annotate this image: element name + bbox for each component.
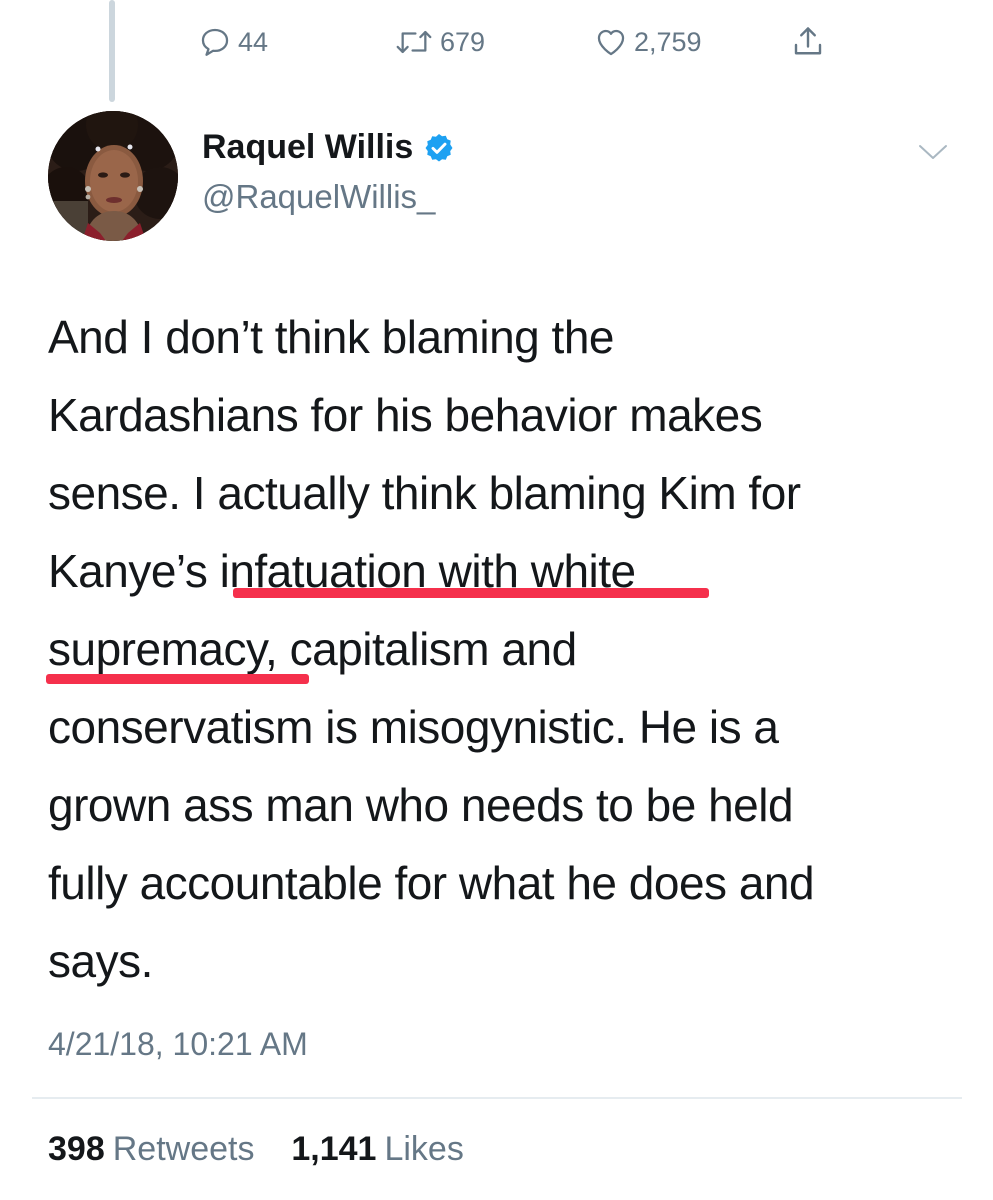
highlight-underline [46,674,309,684]
retweets-count: 398 [48,1130,105,1168]
likes-count: 1,141 [291,1130,377,1168]
chevron-down-icon [915,145,951,170]
tweet-text-line: And I don’t think blaming the [48,311,614,363]
thread-connector-line [109,0,115,102]
tweet-timestamp[interactable]: 4/21/18, 10:21 AM [48,1026,308,1063]
likes-stat[interactable]: 1,141 Likes [291,1130,463,1168]
tweet-text-line: Kanye’s infatuation with white [48,545,636,597]
retweet-count: 679 [440,26,486,57]
avatar-image [48,111,178,241]
tweet-text: And I don’t think blaming the Kardashian… [48,298,948,1000]
tweet-stats: 398 Retweets 1,141 Likes [48,1130,464,1169]
retweets-stat[interactable]: 398 Retweets [48,1130,264,1168]
likes-label: Likes [384,1130,464,1168]
tweet-text-line: says. [48,935,153,987]
reply-icon [198,25,232,59]
like-button[interactable]: 2,759 [594,22,702,62]
tweet-text-line: conservatism is misogynistic. He is a [48,701,779,753]
tweet-text-line: fully accountable for what he does and [48,857,815,909]
tweet-text-line: grown ass man who needs to be held [48,779,794,831]
verified-badge-icon [423,132,455,164]
retweet-icon [394,25,434,59]
retweets-label: Retweets [112,1130,255,1168]
reply-count: 44 [238,26,269,57]
author-name-text: Raquel Willis [202,128,414,166]
retweet-button[interactable]: 679 [394,22,485,62]
like-count: 2,759 [634,26,702,57]
tweet-text-line: sense. I actually think blaming Kim for [48,467,801,519]
share-icon [790,24,826,60]
author-handle[interactable]: @RaquelWillis_ [202,178,435,216]
heart-icon [594,25,628,59]
tweet-menu-button[interactable] [915,138,951,166]
reply-button[interactable]: 44 [198,22,268,62]
previous-tweet-actions: 44 679 2,759 [198,22,838,62]
highlight-underline [233,588,709,598]
avatar[interactable] [48,111,178,241]
tweet-text-line: Kardashians for his behavior makes [48,389,763,441]
share-button[interactable] [790,22,826,62]
author-name[interactable]: Raquel Willis [202,128,455,167]
divider [32,1097,962,1099]
